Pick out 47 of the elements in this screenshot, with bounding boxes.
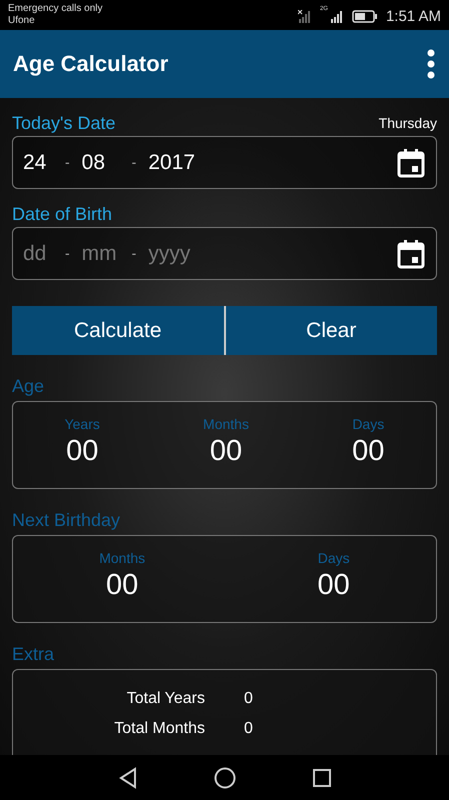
month-input[interactable]: 08 (82, 146, 120, 178)
back-icon[interactable] (118, 766, 138, 788)
result-value: 00 (318, 569, 350, 601)
weekday-text: Thursday (378, 114, 437, 133)
home-icon[interactable] (214, 766, 236, 788)
result-value: 00 (208, 435, 244, 467)
section-title: Next Birthday (12, 509, 122, 531)
section-title: Extra (12, 643, 56, 665)
day-input[interactable]: 24 (23, 146, 53, 178)
overflow-menu-icon[interactable] (426, 49, 436, 79)
separator-text: - (132, 153, 136, 172)
stat-value: 0 (244, 720, 253, 737)
result-value: 00 (105, 569, 140, 601)
clock-time: 1:51 AM (386, 10, 441, 22)
result-value: 00 (65, 435, 100, 467)
clear-button[interactable]: Clear (224, 306, 437, 355)
result-label: Days (352, 415, 384, 434)
result-label: Months (99, 549, 146, 568)
stat-value: 0 (244, 690, 253, 707)
separator-text: - (65, 153, 70, 172)
result-label: Months (203, 415, 249, 434)
result-value: 00 (352, 435, 384, 467)
year-input[interactable]: yyyy (148, 238, 208, 270)
month-input[interactable]: mm (82, 238, 120, 270)
section-title: Age (12, 375, 46, 397)
app-title: Age Calculator (13, 50, 168, 78)
date-field[interactable]: dd - mm - yyyy (12, 227, 437, 280)
battery-icon (352, 10, 378, 23)
day-input[interactable]: dd (23, 238, 53, 270)
field-label: Today's Date (12, 112, 116, 134)
carrier-text: Emergency calls only (8, 3, 102, 15)
result-label: Years (64, 415, 100, 434)
result-label: Days (318, 549, 350, 568)
calendar-icon[interactable] (396, 238, 426, 268)
signal-icon (330, 10, 344, 24)
calendar-icon[interactable] (396, 148, 426, 178)
stat-label: Total Months (114, 720, 205, 737)
no-signal-icon (298, 10, 312, 24)
date-field[interactable]: 24 - 08 - 2017 (12, 136, 437, 189)
carrier-text: Ufone (8, 15, 36, 27)
recents-icon[interactable] (312, 768, 332, 788)
separator-text: - (65, 244, 70, 263)
field-label: Date of Birth (12, 203, 112, 225)
calculate-button[interactable]: Calculate (12, 306, 224, 355)
stat-label: Total Years (126, 690, 205, 707)
separator-text: - (132, 244, 136, 263)
year-input[interactable]: 2017 (148, 146, 208, 178)
